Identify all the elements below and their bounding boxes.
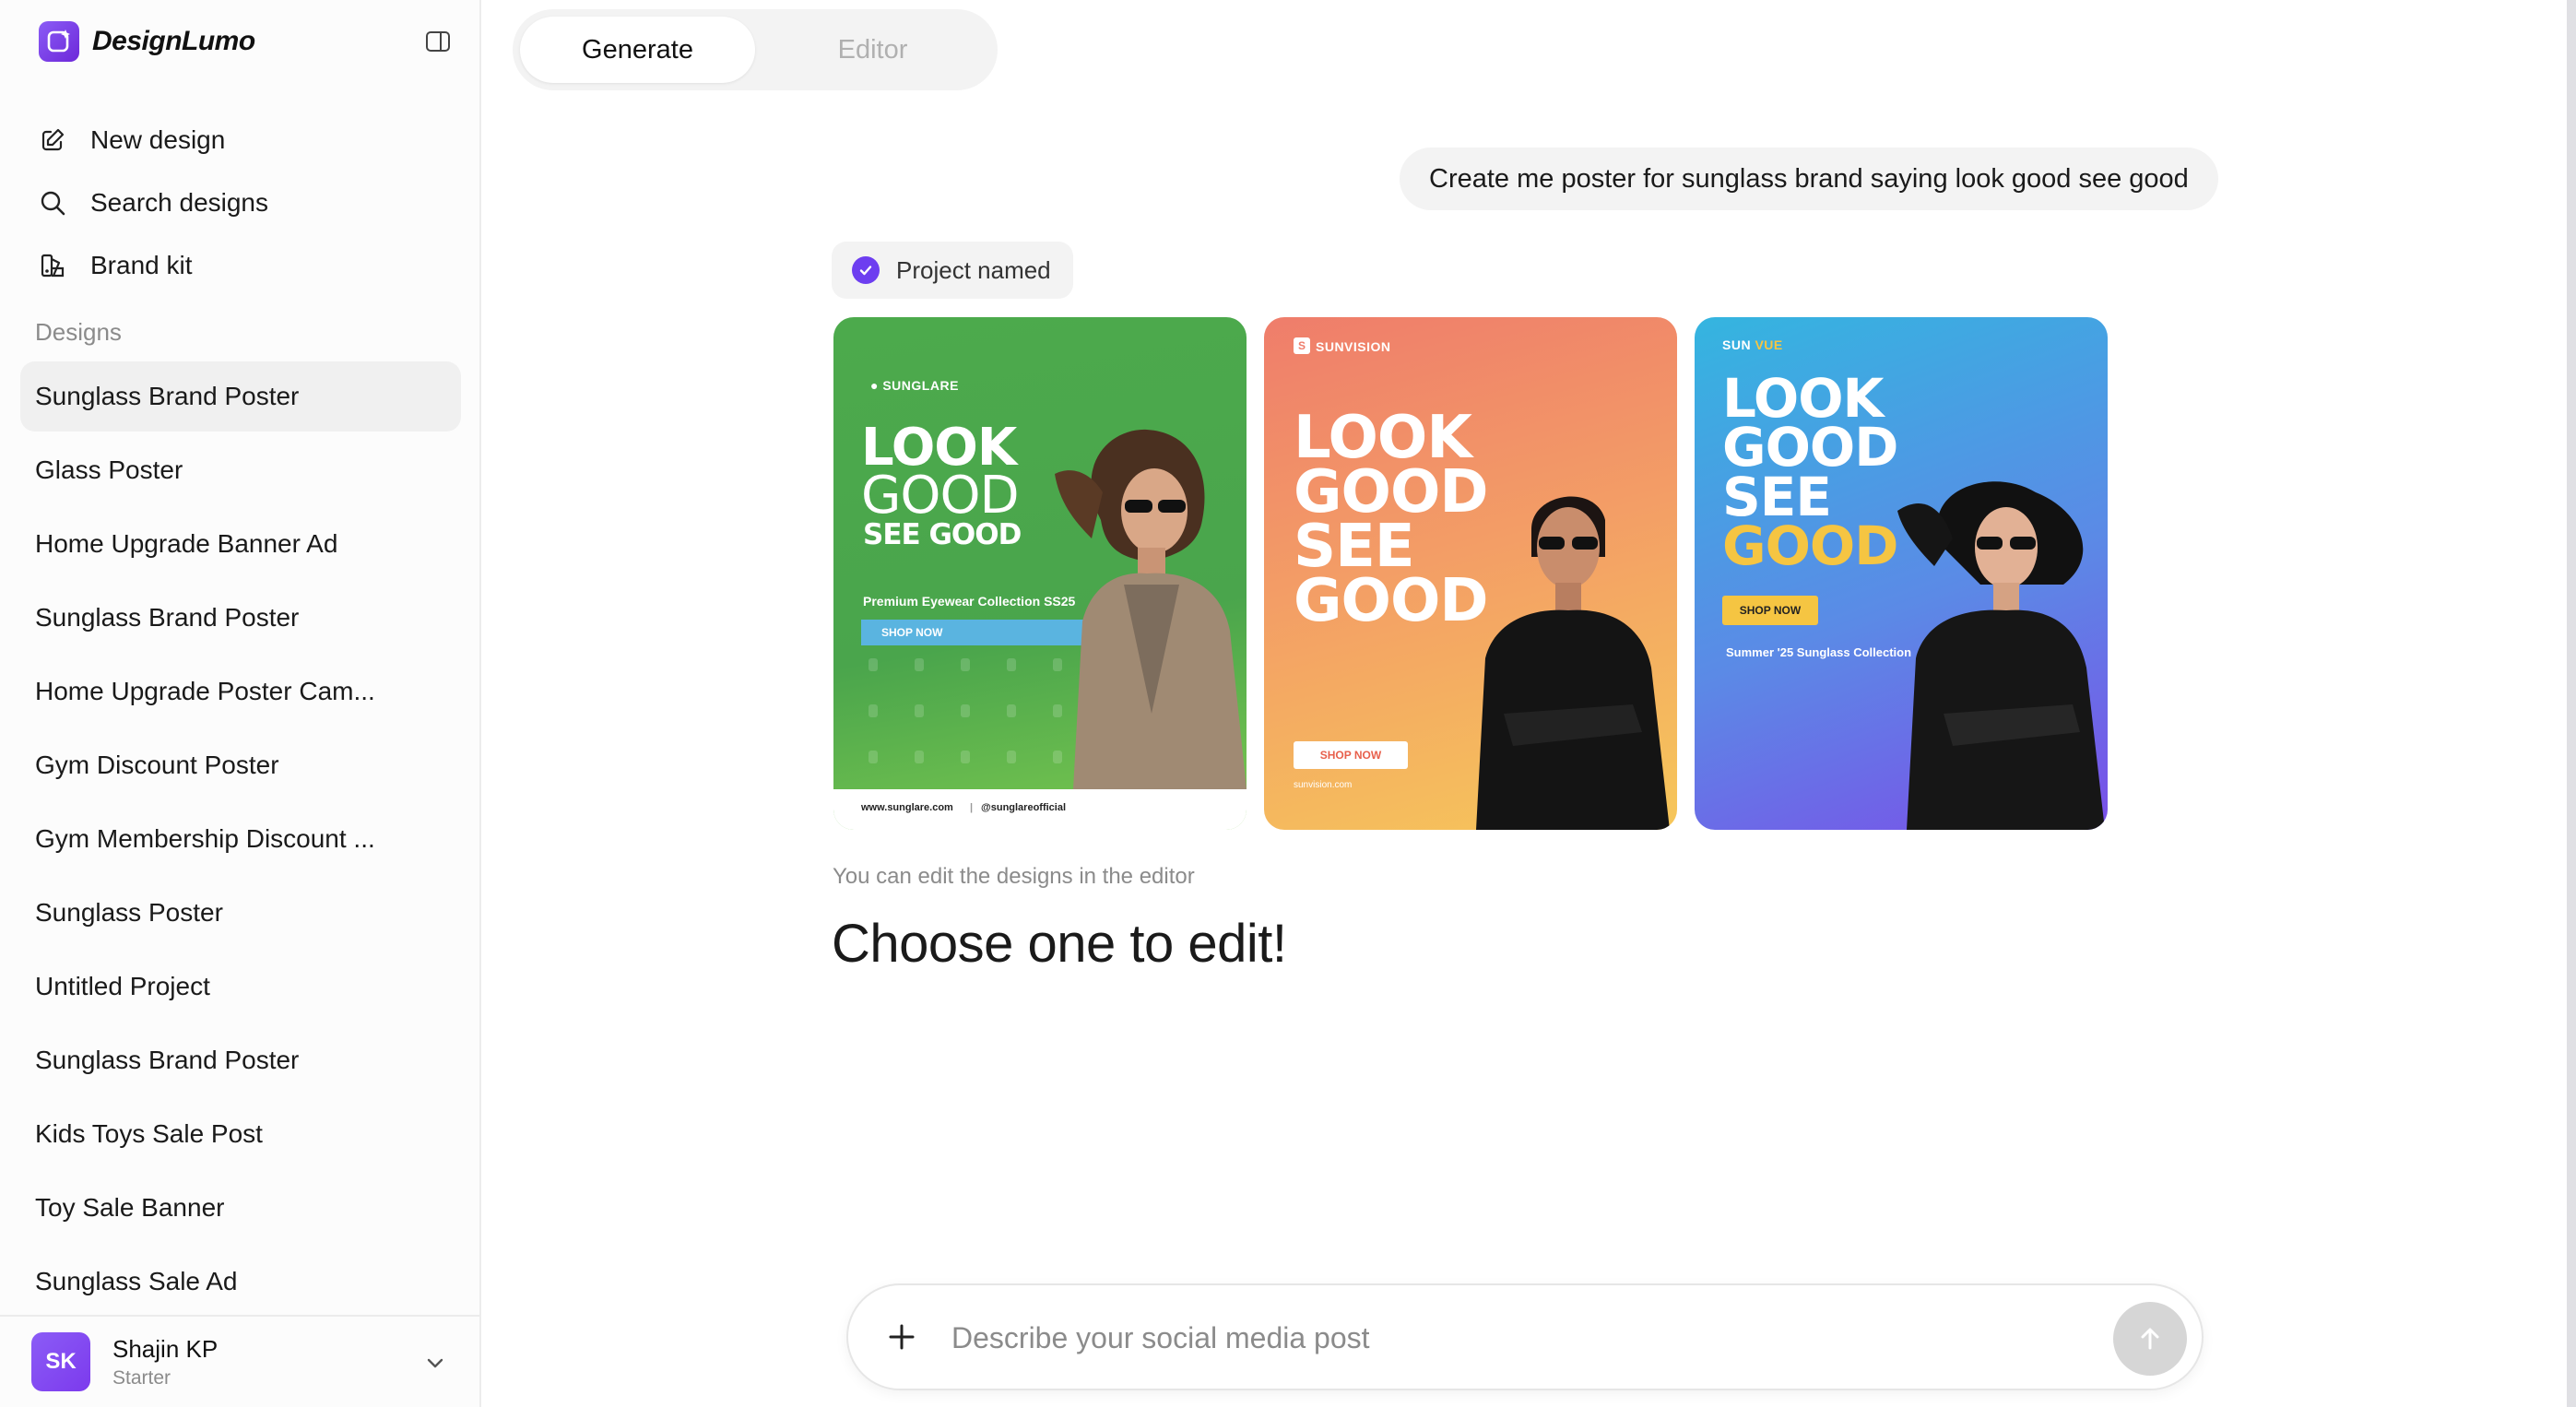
- poster-option-1[interactable]: ● SUNGLARE LOOK GOOD SEE GOOD Premium Eye…: [833, 317, 1247, 830]
- tab-editor[interactable]: Editor: [755, 17, 990, 83]
- design-item[interactable]: Home Upgrade Banner Ad: [20, 509, 461, 579]
- prompt-input[interactable]: [951, 1313, 2021, 1363]
- model-woman-image: [1476, 496, 1670, 830]
- poster-option-2[interactable]: S SUNVISION LOOK GOOD SEE GOOD SHOP NOW …: [1264, 317, 1677, 830]
- nav-label: Brand kit: [90, 251, 193, 279]
- design-item[interactable]: Gym Membership Discount ...: [20, 804, 461, 874]
- sidebar-toggle-icon[interactable]: [422, 26, 454, 57]
- search-icon: [37, 187, 68, 219]
- design-item[interactable]: Home Upgrade Poster Cam...: [20, 656, 461, 727]
- window-scrollbar-edge: [2567, 0, 2576, 1407]
- poster-headline-2: SEE GOOD: [863, 518, 1022, 551]
- status-text: Project named: [896, 255, 1051, 284]
- poster-footer-left: www.sunglare.com: [861, 802, 953, 813]
- tab-generate[interactable]: Generate: [520, 17, 755, 83]
- brand-kit-icon: [37, 250, 68, 281]
- brand[interactable]: DesignLumo: [39, 20, 255, 63]
- designs-heading: Designs: [35, 318, 122, 346]
- app-name: DesignLumo: [92, 26, 255, 56]
- chevron-down-icon[interactable]: [420, 1348, 450, 1377]
- poster-footer-right: @sunglareofficial: [981, 802, 1067, 813]
- design-item[interactable]: Glass Poster: [20, 435, 461, 505]
- poster-footer: sunvision.com: [1294, 780, 1353, 790]
- design-item[interactable]: Sunglass Brand Poster: [20, 361, 461, 432]
- account-menu[interactable]: SK Shajin KP Starter: [0, 1315, 479, 1407]
- poster-brand: ● SUNGLARE: [870, 378, 959, 393]
- designs-list: Sunglass Brand Poster Glass Poster Home …: [20, 361, 461, 1320]
- poster-brand-mark: S: [1294, 337, 1310, 354]
- avatar: SK: [31, 1332, 90, 1391]
- poster-headline: LOOK GOOD: [861, 418, 1020, 526]
- poster-cta: SHOP NOW: [1294, 741, 1408, 769]
- design-item[interactable]: Sunglass Brand Poster: [20, 1025, 461, 1095]
- user-message-bubble: Create me poster for sunglass brand sayi…: [1400, 148, 2218, 210]
- poster-brand: SUNVISION: [1316, 339, 1391, 354]
- mode-tabs: Generate Editor: [513, 9, 998, 90]
- plus-icon[interactable]: [885, 1320, 918, 1354]
- design-item[interactable]: Sunglass Brand Poster: [20, 583, 461, 653]
- poster-headline: LOOK GOOD SEE GOOD: [1722, 367, 1898, 578]
- account-name: Shajin KP: [112, 1334, 219, 1363]
- model-woman-image: [1055, 429, 1247, 789]
- nav-label: Search designs: [90, 188, 269, 217]
- poster-option-3[interactable]: SUN VUE LOOK GOOD SEE GOOD SHOP NOW Summ…: [1695, 317, 2108, 830]
- nav-new-design[interactable]: New design: [37, 109, 461, 171]
- send-button[interactable]: [2113, 1302, 2187, 1376]
- composer: [846, 1283, 2204, 1390]
- choose-prompt: Choose one to edit!: [832, 914, 1287, 974]
- nav-brand-kit[interactable]: Brand kit: [37, 234, 461, 297]
- check-circle-icon: [852, 256, 880, 284]
- editor-hint: You can edit the designs in the editor: [833, 864, 1195, 889]
- design-item[interactable]: Kids Toys Sale Post: [20, 1099, 461, 1169]
- design-item[interactable]: Sunglass Poster: [20, 878, 461, 948]
- edit-icon: [37, 124, 68, 156]
- design-item[interactable]: Untitled Project: [20, 952, 461, 1022]
- sidebar: DesignLumo New design Search designs Bra…: [0, 0, 481, 1407]
- poster-footer-divider: |: [970, 802, 974, 813]
- designlumo-logo-icon: [39, 21, 79, 62]
- sidebar-nav: New design Search designs Brand kit: [37, 109, 461, 297]
- design-item[interactable]: Sunglass Sale Ad: [20, 1247, 461, 1317]
- design-item[interactable]: Toy Sale Banner: [20, 1173, 461, 1243]
- nav-search-designs[interactable]: Search designs: [37, 171, 461, 234]
- design-item[interactable]: Gym Discount Poster: [20, 730, 461, 800]
- poster-brand: SUN VUE: [1722, 337, 1783, 352]
- arrow-up-icon: [2141, 1328, 2159, 1350]
- poster-cta: SHOP NOW: [1722, 596, 1818, 625]
- nav-label: New design: [90, 125, 226, 154]
- model-woman-image: [1897, 481, 2105, 830]
- account-plan: Starter: [112, 1366, 171, 1389]
- status-chip: Project named: [832, 242, 1073, 299]
